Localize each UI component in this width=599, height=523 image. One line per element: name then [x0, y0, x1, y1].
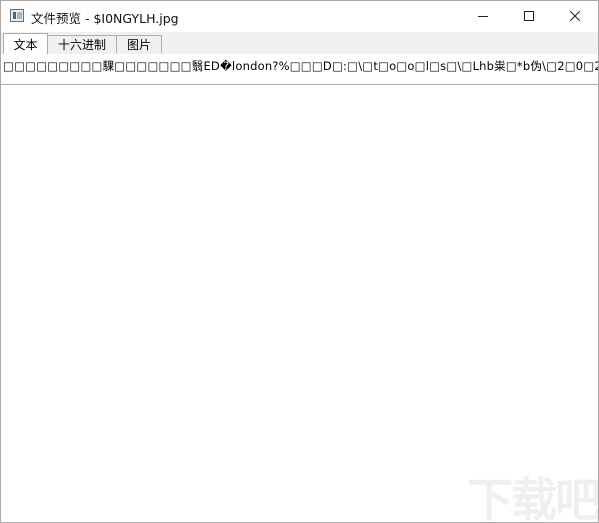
minimize-button[interactable]	[460, 1, 506, 31]
window-title: 文件预览 - $I0NGYLH.jpg	[31, 11, 179, 26]
watermark-logo: 下载吧	[467, 464, 598, 522]
text-preview-content: □□□□□□□□□騍□□□□□□□翳ED�london?%□□□D□:□\□t□…	[3, 59, 598, 73]
tab-text[interactable]: 文本	[3, 33, 48, 54]
tab-strip: 文本 十六进制 图片	[1, 32, 598, 85]
maximize-button[interactable]	[506, 1, 552, 31]
maximize-icon	[524, 11, 534, 21]
tab-hex[interactable]: 十六进制	[47, 35, 117, 53]
text-preview-area[interactable]: □□□□□□□□□騍□□□□□□□翳ED�london?%□□□D□:□\□t□…	[1, 54, 598, 522]
close-button[interactable]	[552, 1, 598, 31]
tab-strip-divider	[1, 84, 598, 85]
file-preview-window: 文件预览 - $I0NGYLH.jpg 文本 十六进制 图片 □□□□□□□□□…	[0, 0, 599, 523]
minimize-icon	[478, 16, 488, 17]
tab-image[interactable]: 图片	[116, 35, 162, 53]
watermark-text: 下载吧	[467, 473, 598, 522]
close-icon	[570, 11, 580, 21]
title-bar[interactable]: 文件预览 - $I0NGYLH.jpg	[1, 1, 598, 32]
file-preview-app-icon	[10, 9, 24, 22]
